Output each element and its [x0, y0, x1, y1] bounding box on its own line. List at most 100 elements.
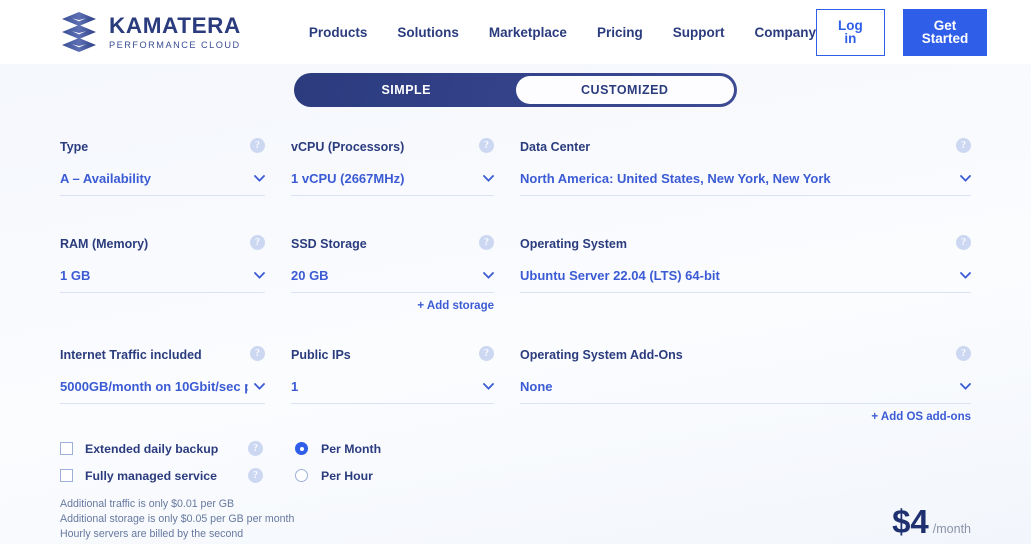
logo-name: KAMATERA	[109, 13, 241, 39]
field-label-ssd: SSD Storage	[291, 237, 367, 251]
add-storage-link[interactable]: + Add storage	[291, 300, 494, 312]
select-value-ram: 1 GB	[60, 268, 91, 283]
tab-customized[interactable]: CUSTOMIZED	[515, 76, 734, 104]
price-display: $4 /month	[892, 505, 971, 538]
checkbox-extended-daily-backup[interactable]	[60, 442, 73, 455]
field-label-os-addons: Operating System Add-Ons	[520, 348, 683, 362]
site-header: KAMATERA PERFORMANCE CLOUD Products Solu…	[0, 0, 1031, 64]
option-fully-managed-service[interactable]: Fully managed service ?	[60, 462, 265, 489]
select-os[interactable]: Ubuntu Server 22.04 (LTS) 64-bit	[520, 268, 971, 293]
select-datacenter[interactable]: North America: United States, New York, …	[520, 171, 971, 196]
field-os: Operating System ? Ubuntu Server 22.04 (…	[520, 235, 971, 322]
nav-item-solutions[interactable]: Solutions	[397, 25, 459, 40]
field-label-public-ips: Public IPs	[291, 348, 351, 362]
field-public-ips: Public IPs ? 1	[291, 346, 494, 433]
pricing-notes: Additional traffic is only $0.01 per GB …	[60, 497, 294, 542]
server-config-form: Type ? A – Availability vCPU (Processors…	[60, 138, 971, 433]
select-value-vcpu: 1 vCPU (2667MHz)	[291, 171, 405, 186]
get-started-button[interactable]: Get Started	[902, 8, 988, 56]
field-os-addons: Operating System Add-Ons ? None + Add OS…	[520, 346, 971, 433]
radio-option-per-hour[interactable]: Per Hour	[295, 462, 381, 489]
option-label-extended-daily-backup: Extended daily backup	[85, 441, 219, 456]
main-nav: Products Solutions Marketplace Pricing S…	[309, 25, 816, 40]
select-type[interactable]: A – Availability	[60, 171, 265, 196]
nav-item-company[interactable]: Company	[754, 25, 816, 40]
logo-tagline: PERFORMANCE CLOUD	[109, 39, 241, 50]
config-row-1: Type ? A – Availability vCPU (Processors…	[60, 138, 971, 206]
billing-period-group: Per Month Per Hour	[295, 435, 381, 489]
select-ssd[interactable]: 20 GB	[291, 268, 494, 293]
kamatera-stacked-diamond-logo-icon	[62, 12, 96, 52]
chevron-down-icon	[254, 272, 265, 279]
chevron-down-icon	[960, 175, 971, 182]
config-row-3: Internet Traffic included ? 5000GB/month…	[60, 346, 971, 433]
select-value-datacenter: North America: United States, New York, …	[520, 171, 831, 186]
help-icon-traffic[interactable]: ?	[250, 346, 265, 361]
select-value-os-addons: None	[520, 379, 553, 394]
radio-option-per-month[interactable]: Per Month	[295, 435, 381, 462]
help-icon-os-addons[interactable]: ?	[956, 346, 971, 361]
help-icon-os[interactable]: ?	[956, 235, 971, 250]
field-ram: RAM (Memory) ? 1 GB	[60, 235, 265, 322]
nav-item-pricing[interactable]: Pricing	[597, 25, 643, 40]
radio-label-per-hour: Per Hour	[321, 468, 373, 483]
radio-per-month[interactable]	[295, 442, 308, 455]
option-label-fully-managed-service: Fully managed service	[85, 468, 217, 483]
pricing-note-traffic: Additional traffic is only $0.01 per GB	[60, 498, 235, 510]
select-value-type: A – Availability	[60, 171, 152, 186]
field-label-type: Type	[60, 140, 89, 154]
header-actions: Log in Get Started	[815, 8, 988, 56]
field-datacenter: Data Center ? North America: United Stat…	[520, 138, 971, 206]
help-icon-datacenter[interactable]: ?	[956, 138, 971, 153]
select-traffic[interactable]: 5000GB/month on 10Gbit/sec p	[60, 379, 265, 404]
chevron-down-icon	[960, 272, 971, 279]
field-label-vcpu: vCPU (Processors)	[291, 140, 405, 154]
field-ssd: SSD Storage ? 20 GB + Add storage	[291, 235, 494, 322]
radio-per-hour[interactable]	[295, 469, 308, 482]
help-icon-fully-managed-service[interactable]: ?	[248, 468, 263, 483]
field-label-os: Operating System	[520, 237, 627, 251]
chevron-down-icon	[254, 175, 265, 182]
login-button[interactable]: Log in	[815, 8, 885, 56]
field-label-datacenter: Data Center	[520, 140, 591, 154]
chevron-down-icon	[960, 383, 971, 390]
select-vcpu[interactable]: 1 vCPU (2667MHz)	[291, 171, 494, 196]
add-os-addons-link[interactable]: + Add OS add-ons	[520, 411, 971, 423]
logo[interactable]: KAMATERA PERFORMANCE CLOUD	[60, 11, 241, 53]
nav-item-products[interactable]: Products	[309, 25, 368, 40]
help-icon-ram[interactable]: ?	[250, 235, 265, 250]
nav-item-marketplace[interactable]: Marketplace	[489, 25, 567, 40]
price-period: /month	[932, 522, 971, 536]
price-amount: $4	[892, 503, 929, 540]
select-public-ips[interactable]: 1	[291, 379, 494, 404]
field-label-traffic: Internet Traffic included	[60, 348, 202, 362]
chevron-down-icon	[254, 383, 265, 390]
chevron-down-icon	[483, 175, 494, 182]
pricing-note-hourly: Hourly servers are billed by the second	[60, 528, 244, 540]
options-section: Extended daily backup ? Fully managed se…	[60, 435, 381, 489]
checkbox-group: Extended daily backup ? Fully managed se…	[60, 435, 265, 489]
mode-toggle: SIMPLE CUSTOMIZED	[294, 73, 737, 107]
help-icon-public-ips[interactable]: ?	[479, 346, 494, 361]
chevron-down-icon	[483, 383, 494, 390]
mode-toggle-row: SIMPLE CUSTOMIZED	[0, 73, 1031, 107]
select-ram[interactable]: 1 GB	[60, 268, 265, 293]
help-icon-type[interactable]: ?	[250, 138, 265, 153]
chevron-down-icon	[483, 272, 494, 279]
help-icon-extended-daily-backup[interactable]: ?	[248, 441, 263, 456]
select-value-ssd: 20 GB	[291, 268, 329, 283]
select-value-traffic: 5000GB/month on 10Gbit/sec p	[60, 379, 248, 394]
checkbox-fully-managed-service[interactable]	[60, 469, 73, 482]
field-type: Type ? A – Availability	[60, 138, 265, 206]
select-value-os: Ubuntu Server 22.04 (LTS) 64-bit	[520, 268, 720, 283]
field-vcpu: vCPU (Processors) ? 1 vCPU (2667MHz)	[291, 138, 494, 206]
help-icon-vcpu[interactable]: ?	[479, 138, 494, 153]
radio-label-per-month: Per Month	[321, 441, 382, 456]
select-value-public-ips: 1	[291, 379, 299, 394]
nav-item-support[interactable]: Support	[673, 25, 725, 40]
logo-text: KAMATERA PERFORMANCE CLOUD	[109, 14, 241, 50]
option-extended-daily-backup[interactable]: Extended daily backup ?	[60, 435, 265, 462]
tab-simple[interactable]: SIMPLE	[297, 76, 516, 104]
select-os-addons[interactable]: None	[520, 379, 971, 404]
help-icon-ssd[interactable]: ?	[479, 235, 494, 250]
